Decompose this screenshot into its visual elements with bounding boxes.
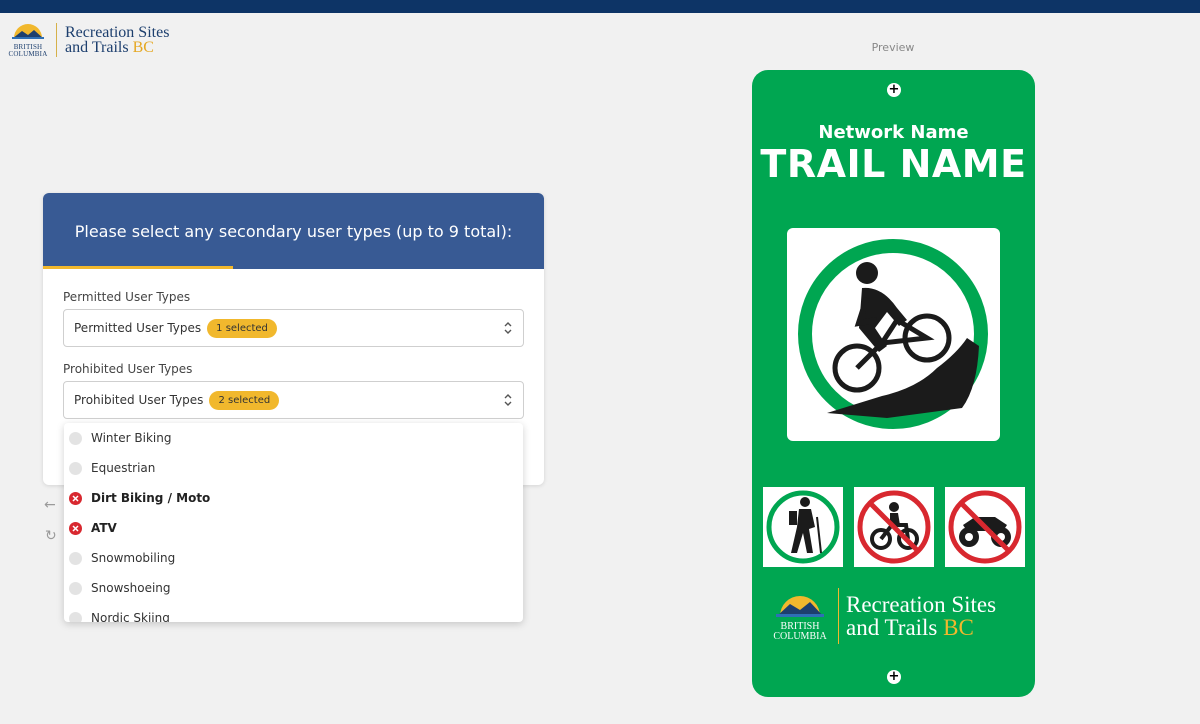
- permitted-count-badge: 1 selected: [207, 318, 277, 338]
- sign-bc-logo: BRITISH COLUMBIA: [772, 590, 828, 642]
- prohibited-label: Prohibited User Types: [63, 362, 193, 376]
- option-label: Equestrian: [91, 461, 156, 475]
- brand-name-line1: Recreation Sites: [65, 24, 170, 41]
- card-heading: Please select any secondary user types (…: [74, 221, 513, 241]
- option-snowshoeing[interactable]: Snowshoeing: [64, 573, 523, 603]
- prohibited-select-value: Prohibited User Types: [74, 393, 204, 407]
- sign-name-bc: BC: [943, 615, 974, 640]
- option-equestrian[interactable]: Equestrian: [64, 453, 523, 483]
- screw-icon: +: [887, 82, 901, 97]
- step-progress-bar: [43, 266, 234, 269]
- option-atv[interactable]: ATV: [64, 513, 523, 543]
- option-dirt-biking[interactable]: Dirt Biking / Moto: [64, 483, 523, 513]
- network-name: Network Name: [818, 122, 969, 143]
- brand-divider: [56, 23, 57, 57]
- option-nordic-skiing[interactable]: Nordic Skiing: [64, 603, 523, 622]
- mountain-biking-icon: [787, 228, 1000, 441]
- brand-name-bc: BC: [132, 39, 154, 56]
- prohibited-select[interactable]: Prohibited User Types 2 selected: [63, 381, 524, 419]
- prohibited-options-dropdown: Winter Biking Equestrian Dirt Biking / M…: [64, 423, 523, 622]
- bc-sun-icon: [12, 24, 44, 39]
- card-header: Please select any secondary user types (…: [43, 193, 544, 269]
- sign-name-line2: and Trails: [846, 615, 938, 640]
- option-label: Snowshoeing: [91, 581, 171, 595]
- trail-sign-preview: + Network Name TRAIL NAME BRITISH COLUMB…: [752, 70, 1035, 697]
- sign-logo: BRITISH COLUMBIA Recreation Sites and Tr…: [772, 588, 996, 644]
- prohibited-x-icon: [69, 521, 82, 535]
- unselected-circle-icon: [69, 461, 82, 475]
- brand-province-line2: COLUMBIA: [8, 50, 48, 58]
- no-atv-icon: [945, 487, 1025, 567]
- option-label: Snowmobiling: [91, 551, 176, 565]
- option-snowmobiling[interactable]: Snowmobiling: [64, 543, 523, 573]
- bc-sun-icon: [776, 596, 824, 617]
- option-label: Winter Biking: [91, 431, 172, 445]
- prohibited-x-icon: [69, 491, 82, 505]
- preview-label: Preview: [871, 41, 915, 54]
- sign-divider: [838, 588, 839, 644]
- unselected-circle-icon: [69, 581, 82, 595]
- sign-province-line2: COLUMBIA: [773, 631, 827, 642]
- site-logo[interactable]: BRITISH COLUMBIA Recreation Sites and Tr…: [6, 22, 169, 58]
- unselected-circle-icon: [69, 431, 82, 445]
- brand-name: Recreation Sites and Trails BC: [65, 24, 170, 56]
- chevron-up-down-icon: [504, 322, 512, 334]
- prohibited-count-badge: 2 selected: [209, 390, 280, 410]
- option-winter-biking[interactable]: Winter Biking: [64, 423, 523, 453]
- trail-name: TRAIL NAME: [760, 142, 1027, 186]
- no-dirt-biking-icon: [854, 487, 934, 567]
- permitted-select[interactable]: Permitted User Types 1 selected: [63, 309, 524, 347]
- hiking-icon: [763, 487, 843, 567]
- permitted-select-value: Permitted User Types: [74, 321, 202, 335]
- reset-icon[interactable]: ↻: [45, 528, 57, 544]
- option-label: Nordic Skiing: [91, 611, 170, 622]
- screw-icon: +: [887, 669, 901, 684]
- brand-name-line2: and Trails: [65, 39, 129, 56]
- option-label: ATV: [91, 521, 117, 535]
- unselected-circle-icon: [69, 551, 82, 565]
- option-label: Dirt Biking / Moto: [91, 491, 211, 505]
- unselected-circle-icon: [69, 611, 82, 622]
- sign-brand-name: Recreation Sites and Trails BC: [846, 593, 996, 639]
- permitted-label: Permitted User Types: [63, 290, 191, 304]
- bc-logo: BRITISH COLUMBIA: [6, 22, 50, 58]
- chevron-up-down-icon: [504, 394, 512, 406]
- back-arrow-icon[interactable]: ←: [44, 497, 56, 513]
- top-bar: [0, 0, 1200, 13]
- sign-name-line1: Recreation Sites: [846, 592, 997, 617]
